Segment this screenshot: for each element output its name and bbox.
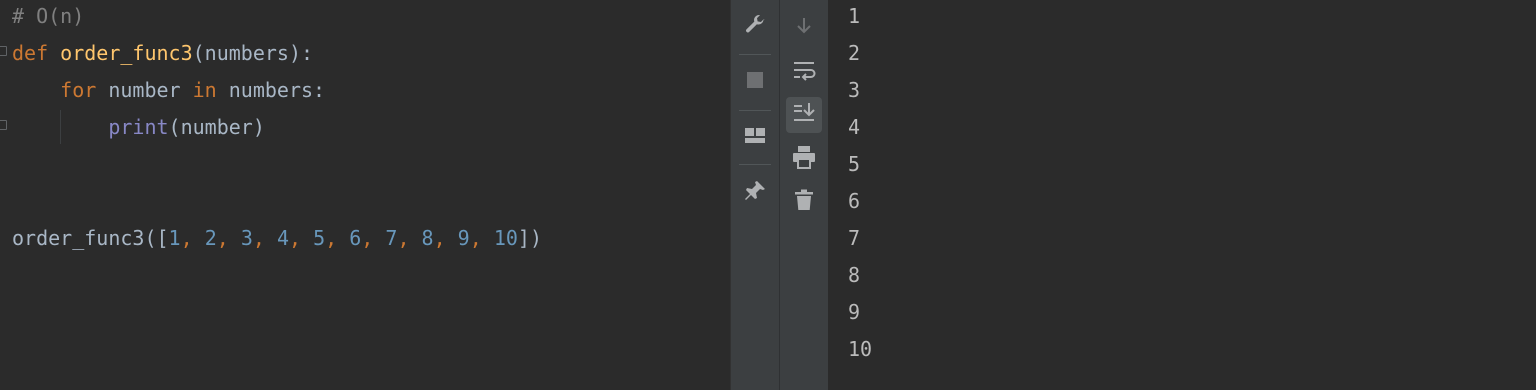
stop-icon xyxy=(745,70,765,95)
console-output[interactable]: 1 2 3 4 5 6 7 8 9 10 xyxy=(828,0,1536,390)
code-token: , xyxy=(216,226,241,250)
code-token: , xyxy=(361,226,386,250)
pin-icon xyxy=(743,179,767,208)
layout-icon xyxy=(743,124,767,153)
code-token: # O(n) xyxy=(12,4,85,28)
code-token: , xyxy=(325,226,350,250)
code-token: 6 xyxy=(349,226,362,250)
code-token: 2 xyxy=(204,226,217,250)
console-output-line: 4 xyxy=(848,115,861,139)
fold-marker[interactable] xyxy=(0,120,7,130)
code-line: for number in numbers: xyxy=(12,75,325,105)
code-token: 5 xyxy=(313,226,326,250)
run-toolbar-right xyxy=(779,0,828,390)
toolbar-divider xyxy=(739,110,771,111)
console-output-line: 1 xyxy=(848,4,861,28)
console-output-line: 3 xyxy=(848,78,861,102)
fold-marker[interactable] xyxy=(0,46,7,56)
print-button[interactable] xyxy=(786,141,822,177)
down-button[interactable] xyxy=(786,10,822,46)
code-token: 8 xyxy=(421,226,434,250)
layout-button[interactable] xyxy=(737,120,773,156)
console-output-line: 6 xyxy=(848,189,861,213)
console-output-line: 10 xyxy=(848,337,873,361)
settings-button[interactable] xyxy=(737,9,773,45)
code-token: , xyxy=(180,226,205,250)
soft-wrap-button[interactable] xyxy=(786,55,822,91)
code-editor[interactable]: # O(n) def order_func3(numbers): for numb… xyxy=(0,0,730,390)
code-token: in xyxy=(192,78,217,102)
console-output-line: 2 xyxy=(848,41,861,65)
code-token: , xyxy=(252,226,277,250)
code-token: order_func3 xyxy=(60,41,193,65)
code-token: (numbers): xyxy=(192,41,314,65)
console-output-line: 8 xyxy=(848,263,861,287)
scroll-to-end-icon xyxy=(791,100,817,131)
code-token: ]) xyxy=(517,226,542,250)
code-token: order_func3([ xyxy=(12,226,169,250)
code-token: 1 xyxy=(168,226,181,250)
code-token: def xyxy=(12,41,61,65)
console-output-line: 9 xyxy=(848,300,861,324)
code-token: , xyxy=(433,226,458,250)
code-token: numbers: xyxy=(216,78,326,102)
soft-wrap-icon xyxy=(791,58,817,89)
code-token: 10 xyxy=(493,226,518,250)
wrench-icon xyxy=(743,13,767,42)
code-token: 4 xyxy=(276,226,290,250)
code-line: print(number) xyxy=(12,112,265,142)
print-icon xyxy=(791,144,817,175)
ide-window: # O(n) def order_func3(numbers): for numb… xyxy=(0,0,1536,390)
code-token: number xyxy=(96,78,193,102)
clear-all-button[interactable] xyxy=(786,184,822,220)
toolbar-divider xyxy=(739,164,771,165)
stop-button[interactable] xyxy=(737,64,773,100)
console-output-line: 7 xyxy=(848,226,861,250)
code-token: 9 xyxy=(457,226,470,250)
code-token: 7 xyxy=(385,226,398,250)
arrow-down-icon xyxy=(793,15,815,42)
run-toolbar-left xyxy=(730,0,779,390)
toolbar-divider xyxy=(739,54,771,55)
code-token: (number) xyxy=(168,115,265,139)
code-token: , xyxy=(289,226,314,250)
pin-button[interactable] xyxy=(737,175,773,211)
code-token: , xyxy=(469,226,494,250)
code-token: print xyxy=(108,115,169,139)
code-token: , xyxy=(397,226,422,250)
code-line: # O(n) xyxy=(12,1,84,31)
trash-icon xyxy=(792,188,816,217)
console-output-line: 5 xyxy=(848,152,861,176)
scroll-to-end-button[interactable] xyxy=(786,97,822,133)
code-line: def order_func3(numbers): xyxy=(12,38,313,68)
code-token: 3 xyxy=(240,226,253,250)
code-line: order_func3([1, 2, 3, 4, 5, 6, 7, 8, 9, … xyxy=(12,223,542,253)
code-token: for xyxy=(60,78,97,102)
